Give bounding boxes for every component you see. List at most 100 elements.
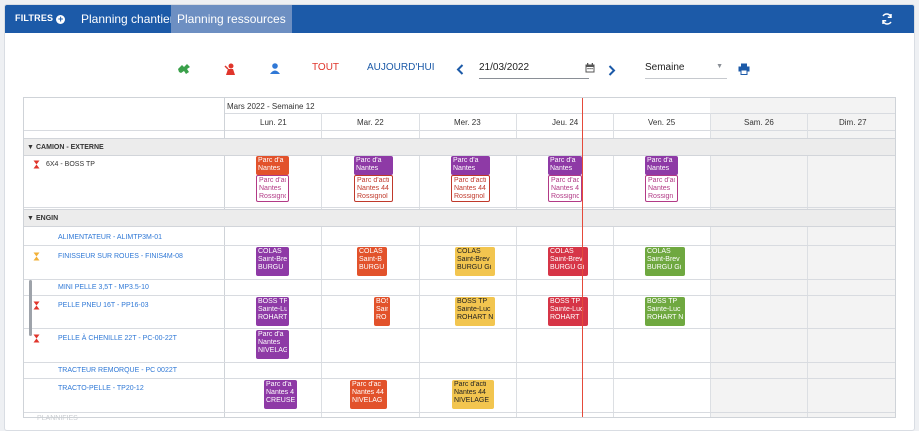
divider <box>516 113 517 417</box>
event-line: Parc d'a <box>453 157 479 164</box>
event-line: Nantes 44 <box>352 389 384 396</box>
collapse-triangle-icon[interactable]: ▼ <box>27 215 34 222</box>
day-header-fri: Ven. 25 <box>648 118 676 127</box>
caret-down-icon: ▼ <box>716 63 723 70</box>
resource-label[interactable]: PELLE À CHENILLE 22T - PC-00-22T <box>58 335 177 342</box>
resource-label[interactable]: PELLE PNEU 16T - PP16-03 <box>58 302 149 309</box>
hourglass-icon <box>33 334 40 343</box>
event-line: Nantes <box>648 185 671 192</box>
row-divider <box>24 295 895 296</box>
event-block[interactable]: Parc d'actiNantesRossign <box>645 175 678 202</box>
vertical-scrollbar[interactable] <box>29 280 32 336</box>
event-block[interactable]: COLAS Saint-Brev BURGU Gi <box>645 247 685 276</box>
date-input[interactable]: 21/03/2022 <box>479 59 589 79</box>
collapse-triangle-icon[interactable]: ▼ <box>27 144 34 151</box>
event-block[interactable]: Parc d'acti Nantes 44 Rossignol <box>354 175 393 202</box>
day-header-thu: Jeu. 24 <box>552 118 579 127</box>
row-divider <box>24 362 895 363</box>
group-label: CAMION - EXTERNE <box>36 144 104 151</box>
event-line: Rossign <box>648 193 674 200</box>
resource-label[interactable]: ALIMENTATEUR - ALIMTP3M-01 <box>58 234 162 241</box>
event-block[interactable]: Parc d'a Nantes <box>645 156 678 175</box>
event-line: Saint-Brev <box>550 256 583 263</box>
row-divider <box>24 328 895 329</box>
event-line: COLAS <box>550 248 574 255</box>
event-line: BOSS TP <box>647 298 678 305</box>
event-line: Nantes 4 <box>551 185 579 192</box>
event-line: Parc d'acti <box>454 381 487 388</box>
calendar-icon[interactable] <box>585 63 595 73</box>
event-block[interactable]: Parc d'a Nantes NIVELAG <box>256 330 289 359</box>
event-block[interactable]: BOSS TP Sainte-Luc ROHART N <box>455 297 495 326</box>
event-line: Nantes 44 <box>454 389 486 396</box>
event-line: Parc d'ac <box>352 381 381 388</box>
event-block[interactable]: COLAS Saint-Bre BURGU <box>256 247 289 276</box>
resource-label[interactable]: MINI PELLE 3,5T - MP3.5-10 <box>58 284 149 291</box>
event-block[interactable]: COLAS Saint-B BURGU <box>357 247 387 276</box>
event-line: Parc d'a <box>266 381 292 388</box>
event-block[interactable]: BOSSainRO <box>374 297 390 326</box>
chevron-left-icon[interactable] <box>456 64 464 75</box>
divider <box>24 130 895 131</box>
divider <box>321 113 322 417</box>
event-line: Parc d'acti <box>259 177 286 184</box>
row-divider <box>24 412 895 413</box>
week-header: Mars 2022 - Semaine 12 <box>227 102 315 111</box>
event-line: Parc d'acti <box>357 177 390 184</box>
hourglass-icon <box>33 301 40 310</box>
event-block[interactable]: Parc d'actiNantesRossigno <box>256 175 289 202</box>
group-row-engin[interactable]: ▼ ENGIN <box>24 209 895 227</box>
event-block[interactable]: Parc d'a Nantes <box>354 156 393 175</box>
event-block[interactable]: Parc d'a Nantes <box>548 156 582 175</box>
event-line: BOSS TP <box>550 298 581 305</box>
event-block[interactable]: BOSS TP Sainte-Lu ROHART <box>256 297 289 326</box>
event-block[interactable]: Parc d'a Nantes <box>451 156 490 175</box>
resource-label[interactable]: FINISSEUR SUR ROUES - FINIS4M-08 <box>58 253 183 260</box>
period-select[interactable]: Semaine ▼ <box>645 59 727 79</box>
filters-toggle[interactable]: FILTRES + <box>15 13 66 24</box>
event-line: Sainte-Luc <box>647 306 681 313</box>
all-button[interactable]: TOUT <box>312 62 339 73</box>
event-line: Parc d'acti <box>551 177 579 184</box>
event-block[interactable]: BOSS TP Sainte-Luc ROHART N <box>645 297 685 326</box>
event-block[interactable]: Parc d'a Nantes <box>256 156 289 175</box>
truck-filter-icon[interactable] <box>177 63 191 75</box>
group-row-camion-externe[interactable]: ▼ CAMION - EXTERNE <box>24 138 895 156</box>
event-line: Saint-Brev <box>647 256 680 263</box>
event-line: Nantes 44 <box>357 185 389 192</box>
today-button[interactable]: AUJOURD'HUI <box>367 62 434 73</box>
filters-label: FILTRES <box>15 13 54 23</box>
event-line: Nantes <box>259 185 282 192</box>
event-block[interactable]: Parc d'acti Nantes 44 NIVELAGE <box>452 380 494 409</box>
print-icon[interactable] <box>738 63 750 75</box>
worker-filter-icon[interactable] <box>223 62 237 76</box>
event-block[interactable]: Parc d'actiNantes 4Rossigno <box>548 175 582 202</box>
event-line: Sainte-Luc <box>550 306 584 313</box>
event-line: BURGU Gi <box>550 264 585 271</box>
event-block[interactable]: Parc d'a Nantes 4 CREUSE <box>264 380 297 409</box>
refresh-icon[interactable] <box>880 12 894 26</box>
event-line: Rossigno <box>551 193 579 200</box>
period-value: Semaine <box>645 62 685 73</box>
tab-label: Planning chantiers <box>81 12 180 26</box>
event-block[interactable]: Parc d'acti Nantes 44 Rossignol <box>451 175 490 202</box>
event-line: Sain <box>376 306 388 313</box>
event-line: ROHART <box>258 314 287 321</box>
event-block[interactable]: Parc d'ac Nantes 44 NIVELAG <box>350 380 387 409</box>
next-group-label: PLANNIFIES <box>37 415 78 422</box>
event-line: Nantes 44 <box>454 185 486 192</box>
event-block[interactable]: COLAS Saint-Brev BURGU Gi <box>455 247 495 276</box>
tab-planning-ressources[interactable]: Planning ressources <box>171 5 292 33</box>
resource-label[interactable]: TRACTO-PELLE - TP20-12 <box>58 385 144 392</box>
event-line: Nantes <box>258 165 281 172</box>
tab-planning-chantiers[interactable]: Planning chantiers <box>75 5 186 33</box>
resource-label[interactable]: TRACTEUR REMORQUE - PC 0022T <box>58 367 177 374</box>
event-line: NIVELAG <box>352 397 383 404</box>
event-line: Parc d'a <box>258 331 284 338</box>
event-line: Rossignol <box>454 193 485 200</box>
resource-label[interactable]: 6X4 - BOSS TP <box>46 161 95 168</box>
date-value: 21/03/2022 <box>479 62 530 73</box>
user-filter-icon[interactable] <box>269 62 281 75</box>
event-line: BURGU <box>359 264 385 271</box>
chevron-right-icon[interactable] <box>608 65 616 76</box>
